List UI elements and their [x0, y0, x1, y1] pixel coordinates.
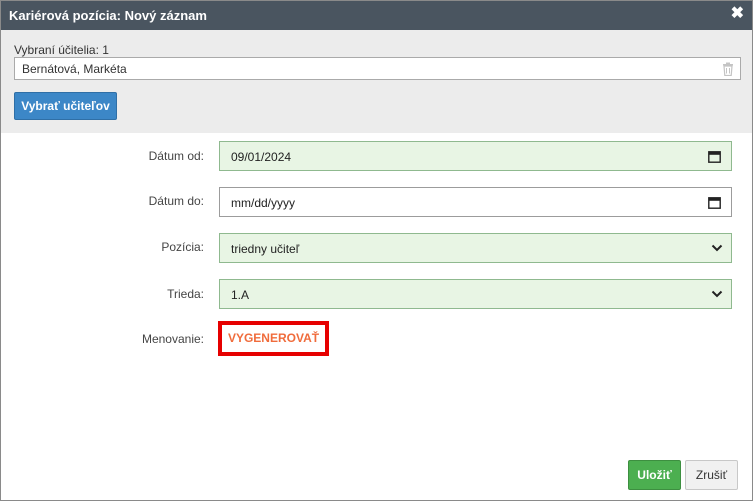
- chevron-down-icon: [711, 290, 723, 298]
- appointment-label: Menovanie:: [141, 332, 204, 346]
- date-from-input[interactable]: 09/01/2024: [219, 141, 732, 171]
- class-select[interactable]: 1.A: [219, 279, 732, 309]
- date-to-placeholder: mm/dd/yyyy: [231, 196, 296, 210]
- generate-appointment-button[interactable]: VYGENEROVAŤ: [218, 321, 329, 356]
- position-select[interactable]: triedny učiteľ: [219, 233, 732, 263]
- select-teachers-button[interactable]: Vybrať učiteľov: [14, 92, 117, 120]
- date-to-input[interactable]: mm/dd/yyyy: [219, 187, 732, 217]
- chevron-down-icon: [711, 244, 723, 252]
- calendar-icon[interactable]: [708, 150, 721, 163]
- class-label: Trieda:: [167, 287, 204, 301]
- selected-teacher-name: Bernátová, Markéta: [22, 62, 127, 76]
- calendar-icon[interactable]: [708, 196, 721, 209]
- position-label: Pozícia:: [161, 240, 204, 254]
- dialog-titlebar: Kariérová pozícia: Nový záznam ✖: [1, 1, 752, 30]
- date-from-label: Dátum od:: [148, 149, 204, 163]
- selected-teacher-item: Bernátová, Markéta: [14, 57, 741, 80]
- trash-icon[interactable]: [722, 62, 734, 76]
- dialog-title: Kariérová pozícia: Nový záznam: [9, 8, 207, 23]
- date-from-value: 09/01/2024: [231, 150, 292, 164]
- save-button[interactable]: Uložiť: [628, 460, 681, 490]
- cancel-button[interactable]: Zrušiť: [685, 460, 738, 490]
- date-to-label: Dátum do:: [148, 194, 204, 208]
- position-selected-value: triedny učiteľ: [231, 242, 300, 256]
- career-position-dialog: Kariérová pozícia: Nový záznam ✖ Vybraní…: [0, 0, 753, 501]
- class-selected-value: 1.A: [231, 288, 250, 302]
- close-icon[interactable]: ✖: [731, 6, 744, 22]
- selected-teachers-count: Vybraní účitelia: 1: [14, 43, 109, 57]
- teacher-selection-panel: Vybraní účitelia: 1 Bernátová, Markéta V…: [1, 30, 752, 133]
